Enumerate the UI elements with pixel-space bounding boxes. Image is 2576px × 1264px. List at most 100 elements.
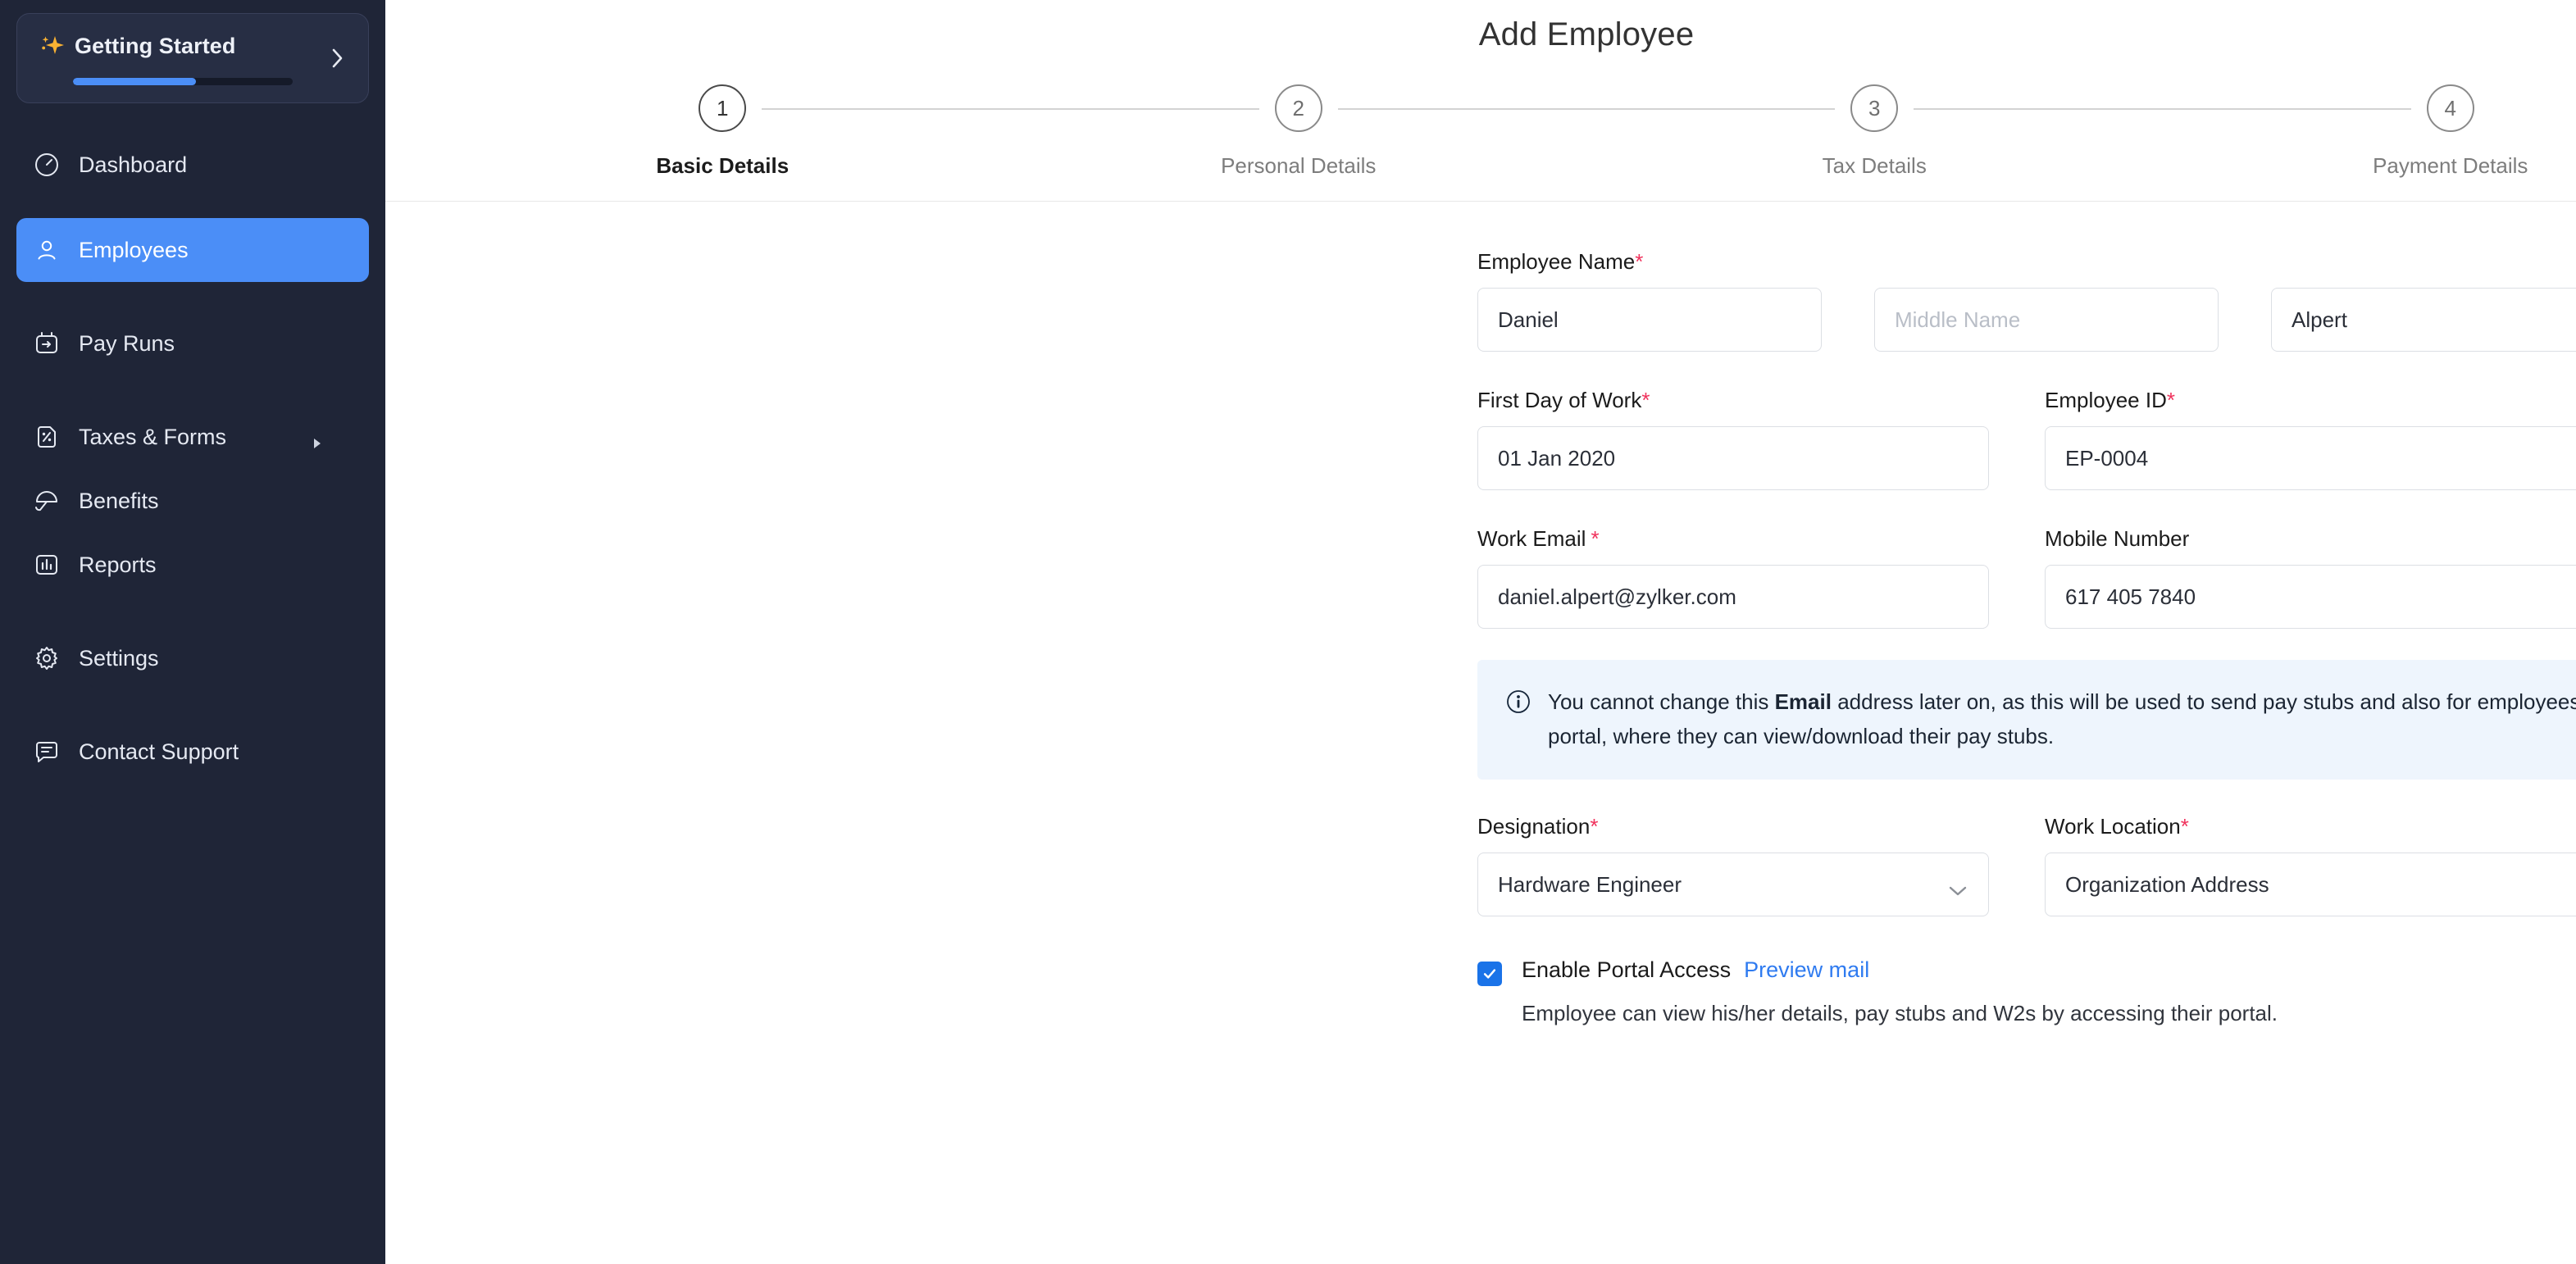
sidebar-item-label: Employees (79, 237, 189, 262)
designation-select[interactable]: Hardware Engineer (1477, 853, 1989, 917)
notice-text-before: You cannot change this (1548, 689, 1775, 714)
employee-name-inputs: Daniel Middle Name Alpert (1477, 288, 2576, 352)
nav-group-spacer (0, 597, 385, 626)
contact-row: Work Email * daniel.alpert@zylker.com Mob… (1477, 526, 2576, 629)
caret-right-icon (312, 430, 323, 448)
required-asterisk: * (1591, 526, 1600, 551)
step-connector (762, 108, 1259, 110)
work-location-label: Work Location* (2045, 814, 2189, 839)
required-asterisk: * (2180, 814, 2189, 839)
gear-icon (33, 644, 61, 672)
email-notice-banner: You cannot change this Email address lat… (1477, 660, 2576, 780)
umbrella-icon (33, 487, 61, 515)
speedometer-icon (33, 151, 61, 179)
last-name-input[interactable]: Alpert (2271, 288, 2576, 352)
person-icon (33, 236, 61, 264)
portal-access-description: Employee can view his/her details, pay s… (1522, 1001, 2278, 1026)
app-root: Getting Started Dashboard Employees Pay Ru… (0, 0, 2576, 1264)
portal-access-label: Enable Portal Access (1522, 957, 1732, 983)
required-asterisk: * (2166, 388, 2175, 412)
email-notice-text: You cannot change this Email address lat… (1548, 684, 2576, 753)
first-day-label: First Day of Work* (1477, 388, 1650, 412)
sidebar: Getting Started Dashboard Employees Pay Ru… (0, 0, 385, 1264)
required-asterisk: * (1635, 249, 1644, 274)
first-name-input[interactable]: Daniel (1477, 288, 1822, 352)
bar-chart-icon (33, 551, 61, 579)
work-email-label: Work Email * (1477, 526, 1600, 551)
step-connector (1337, 108, 1836, 110)
nav-group-spacer (0, 282, 385, 311)
calendar-arrow-icon (33, 330, 61, 357)
mobile-number-group: Mobile Number 617 405 7840 (2045, 526, 2576, 629)
work-location-value: Organization Address (2065, 871, 2269, 897)
nav-group-spacer (0, 197, 385, 218)
middle-name-input[interactable]: Middle Name (1874, 288, 2219, 352)
chat-icon (33, 738, 61, 766)
first-day-group: First Day of Work* 01 Jan 2020 (1477, 388, 1989, 490)
sidebar-item-label: Benefits (79, 488, 159, 513)
employee-name-label: Employee Name* (1477, 249, 1644, 274)
chevron-right-icon[interactable] (329, 46, 347, 70)
preview-mail-link[interactable]: Preview mail (1744, 957, 1869, 983)
step-tax-details[interactable]: 3 Tax Details (1586, 84, 2411, 179)
check-icon (1483, 969, 1496, 979)
sidebar-item-taxes-forms[interactable]: Taxes & Forms (16, 405, 369, 469)
step-personal-details[interactable]: 2 Personal Details (1011, 84, 1836, 179)
employee-id-group: Employee ID* EP-0004 (2045, 388, 2576, 490)
percent-doc-icon (33, 423, 61, 451)
step-number: 2 (1274, 84, 1322, 132)
nav-group-spacer (0, 690, 385, 720)
getting-started-progress-track (73, 78, 293, 85)
step-label: Payment Details (2373, 153, 2528, 178)
work-location-select[interactable]: Organization Address (2045, 853, 2576, 917)
step-number: 4 (2426, 84, 2474, 132)
work-email-group: Work Email * daniel.alpert@zylker.com (1477, 526, 1989, 629)
sidebar-item-pay-runs[interactable]: Pay Runs (16, 311, 369, 375)
getting-started-label: Getting Started (75, 33, 236, 58)
stepper: 1 Basic Details 2 Personal Details 3 Tax Deta… (435, 84, 2576, 179)
step-label: Personal Details (1221, 153, 1377, 178)
designation-label: Designation* (1477, 814, 1599, 839)
step-payment-details[interactable]: 4 Payment Details (2163, 84, 2576, 179)
employee-id-input[interactable]: EP-0004 (2045, 426, 2576, 490)
nav-group-spacer (0, 375, 385, 405)
sidebar-item-label: Taxes & Forms (79, 424, 227, 449)
sidebar-nav: Dashboard Employees Pay Runs Taxes & Forms B… (0, 133, 385, 784)
sidebar-item-employees[interactable]: Employees (16, 218, 369, 282)
getting-started-progress-fill (73, 78, 197, 85)
mobile-number-input[interactable]: 617 405 7840 (2045, 565, 2576, 629)
work-email-input[interactable]: daniel.alpert@zylker.com (1477, 565, 1989, 629)
step-number: 1 (699, 84, 747, 132)
step-basic-details[interactable]: 1 Basic Details (435, 84, 1259, 179)
sidebar-item-reports[interactable]: Reports (16, 533, 369, 597)
sidebar-item-label: Pay Runs (79, 330, 175, 356)
sidebar-item-dashboard[interactable]: Dashboard (16, 133, 369, 197)
sidebar-item-label: Contact Support (79, 739, 239, 764)
designation-value: Hardware Engineer (1498, 871, 1682, 897)
sidebar-item-settings[interactable]: Settings (16, 626, 369, 690)
sparkle-icon (39, 32, 66, 60)
sidebar-item-contact-support[interactable]: Contact Support (16, 720, 369, 784)
info-circle-icon (1505, 689, 1531, 715)
portal-access-group: Enable Portal Access Preview mail Employ… (1477, 957, 2576, 1026)
step-label: Basic Details (656, 153, 790, 178)
step-label: Tax Details (1822, 153, 1927, 178)
work-location-group: Work Location* Organization Address (2045, 814, 2576, 917)
add-employee-form: Employee Name* Daniel Middle Name Alpert… (385, 202, 2576, 1026)
required-asterisk: * (1641, 388, 1650, 412)
getting-started-card[interactable]: Getting Started (16, 13, 369, 103)
work-start-row: First Day of Work* 01 Jan 2020 Employee … (1477, 388, 2576, 490)
notice-text-bold: Email (1774, 689, 1832, 714)
designation-group: Designation* Hardware Engineer (1477, 814, 1989, 917)
portal-access-header: Enable Portal Access Preview mail (1522, 957, 2278, 983)
page-title: Add Employee (1478, 16, 1695, 52)
sidebar-item-label: Dashboard (79, 152, 188, 177)
mobile-number-label: Mobile Number (2045, 526, 2190, 551)
enable-portal-access-checkbox[interactable] (1477, 962, 1502, 987)
portal-access-body: Enable Portal Access Preview mail Employ… (1522, 957, 2278, 1026)
getting-started-header: Getting Started (39, 32, 347, 68)
sidebar-item-benefits[interactable]: Benefits (16, 469, 369, 533)
chevron-down-icon (1947, 878, 1968, 896)
sidebar-item-label: Settings (79, 645, 159, 671)
first-day-input[interactable]: 01 Jan 2020 (1477, 426, 1989, 490)
